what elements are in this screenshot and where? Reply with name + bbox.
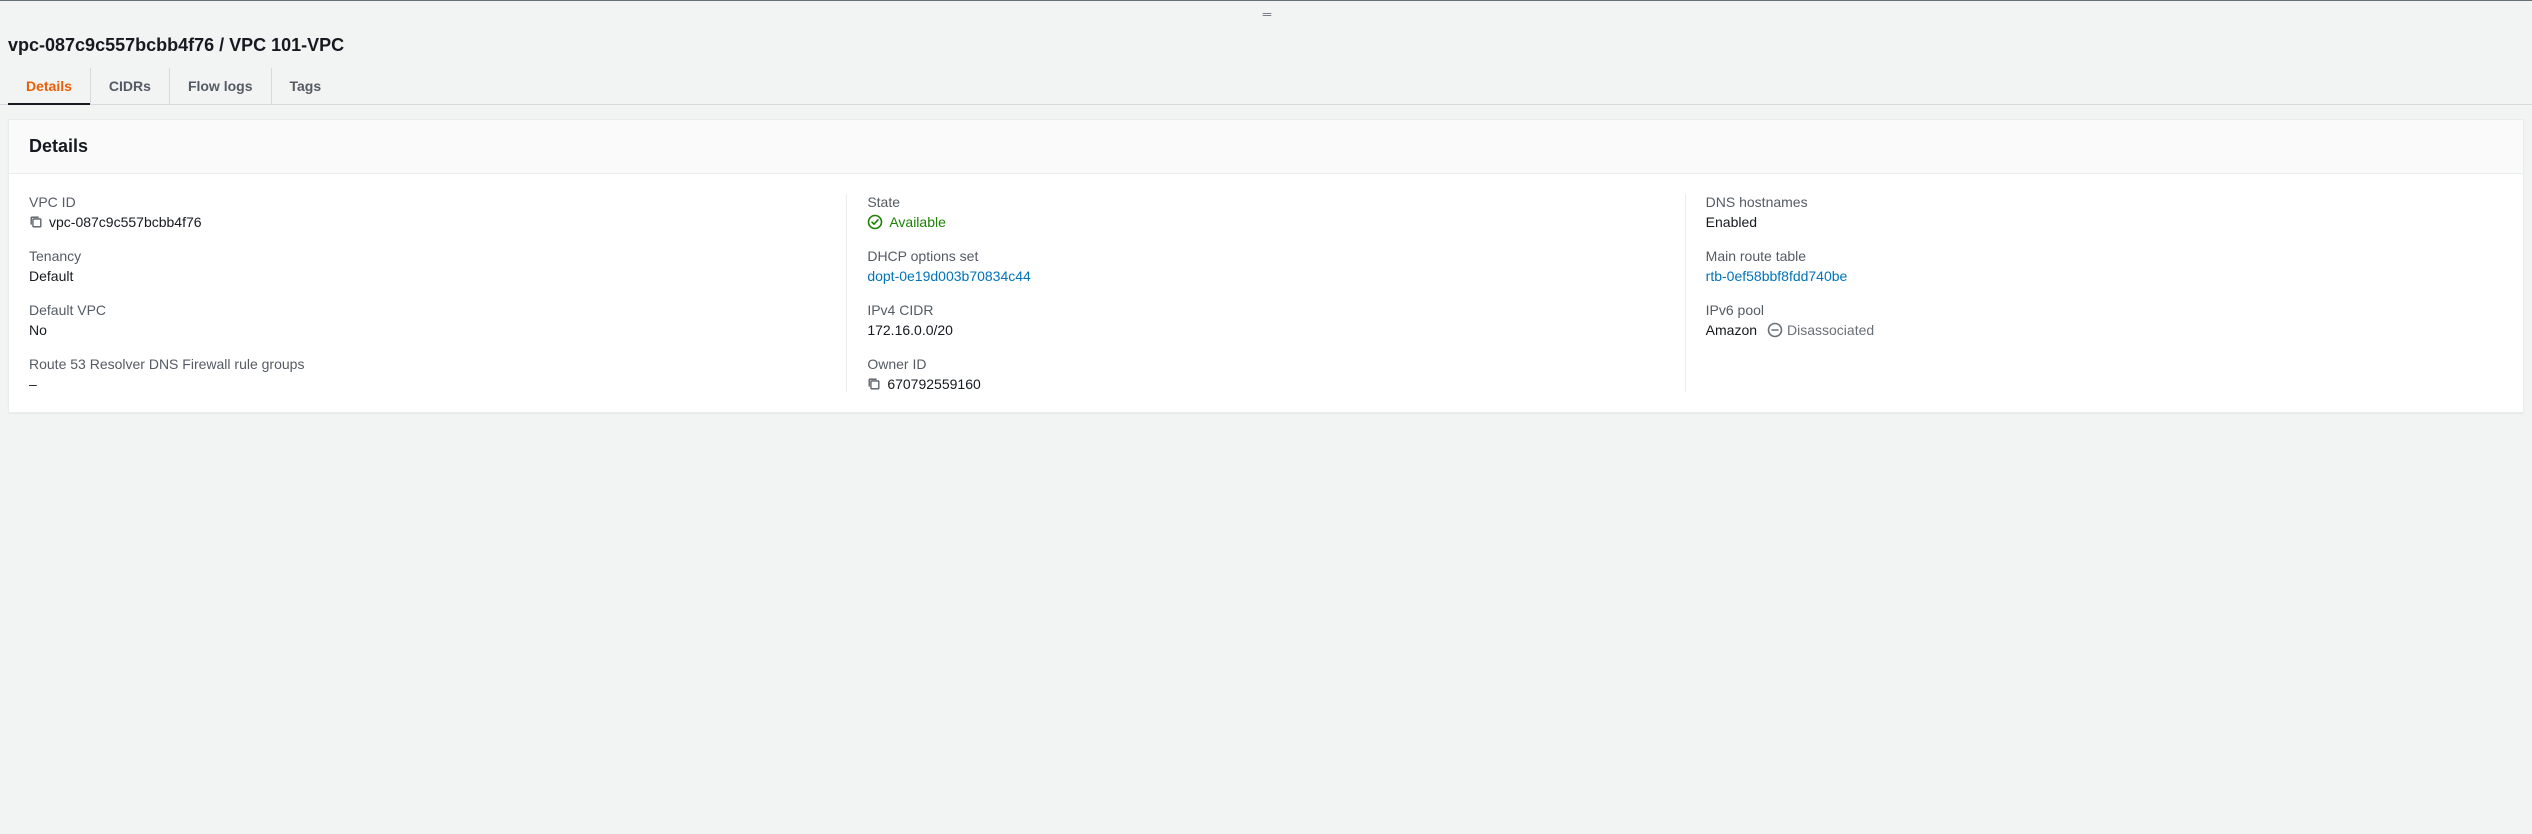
owner-id-label: Owner ID (867, 356, 1664, 372)
state-value: Available (889, 214, 946, 230)
details-column-1: VPC ID vpc-087c9c557bcbb4f76 Tenancy Def… (29, 194, 847, 392)
panel-drag-handle[interactable]: ═ (0, 1, 2532, 27)
owner-id-value: 670792559160 (887, 376, 980, 392)
tab-tags[interactable]: Tags (272, 68, 340, 104)
minus-circle-icon (1767, 322, 1783, 338)
tenancy-value: Default (29, 268, 826, 284)
main-route-table-link[interactable]: rtb-0ef58bbf8fdd740be (1706, 268, 1848, 284)
default-vpc-label: Default VPC (29, 302, 826, 318)
tab-details[interactable]: Details (8, 68, 91, 104)
ipv4-cidr-value: 172.16.0.0/20 (867, 322, 1664, 338)
ipv4-cidr-label: IPv4 CIDR (867, 302, 1664, 318)
vpc-id-label: VPC ID (29, 194, 826, 210)
panel-title: Details (29, 136, 2503, 157)
ipv6-pool-value: Amazon (1706, 322, 1757, 338)
dns-hostnames-label: DNS hostnames (1706, 194, 2503, 210)
route53-value: – (29, 376, 826, 392)
tenancy-label: Tenancy (29, 248, 826, 264)
dhcp-label: DHCP options set (867, 248, 1664, 264)
tab-flowlogs[interactable]: Flow logs (170, 68, 272, 104)
copy-icon[interactable] (29, 215, 43, 229)
dhcp-link[interactable]: dopt-0e19d003b70834c44 (867, 268, 1031, 284)
state-label: State (867, 194, 1664, 210)
ipv6-pool-badge: Disassociated (1787, 322, 1874, 338)
vpc-id-value: vpc-087c9c557bcbb4f76 (49, 214, 202, 230)
copy-icon[interactable] (867, 377, 881, 391)
default-vpc-value: No (29, 322, 826, 338)
details-column-2: State Available DHCP options set dopt-0e… (847, 194, 1685, 392)
tab-cidrs[interactable]: CIDRs (91, 68, 170, 104)
ipv6-pool-label: IPv6 pool (1706, 302, 2503, 318)
details-panel: Details VPC ID vpc-087c9c557bcbb4f76 Ten… (8, 119, 2524, 413)
breadcrumb: vpc-087c9c557bcbb4f76 / VPC 101-VPC (8, 35, 2524, 56)
check-circle-icon (867, 214, 883, 230)
route53-label: Route 53 Resolver DNS Firewall rule grou… (29, 356, 826, 372)
tabs-bar: Details CIDRs Flow logs Tags (0, 68, 2532, 105)
main-route-table-label: Main route table (1706, 248, 2503, 264)
details-column-3: DNS hostnames Enabled Main route table r… (1686, 194, 2503, 392)
drag-handle-icon: ═ (1263, 7, 1270, 21)
panel-header: Details (9, 120, 2523, 174)
dns-hostnames-value: Enabled (1706, 214, 2503, 230)
